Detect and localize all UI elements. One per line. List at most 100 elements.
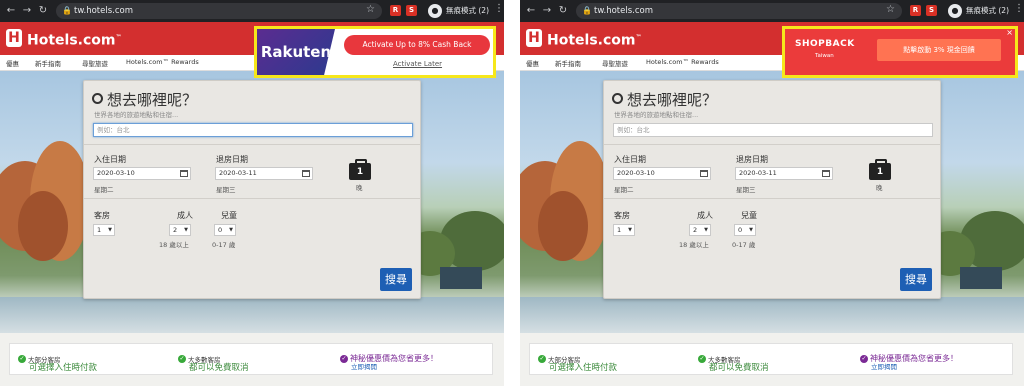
subnav-deals[interactable]: 優惠: [526, 58, 539, 68]
browser-menu-icon[interactable]: ⋮: [1014, 3, 1024, 14]
extension-icon[interactable]: R: [390, 5, 401, 16]
children-select[interactable]: 0 ▼: [734, 224, 756, 236]
checkout-date-field[interactable]: 2020-03-11: [735, 167, 833, 180]
back-arrow-icon[interactable]: ←: [524, 4, 538, 18]
magnifier-icon: [612, 93, 623, 104]
reveal-link[interactable]: 立即揭開: [871, 361, 897, 371]
benefit-free-cancel: ✓ 大多數客房 都可以免費取消: [698, 354, 769, 373]
nights-count: 1: [869, 159, 891, 180]
checkout-weekday: 星期三: [736, 186, 756, 194]
incognito-label: 無痕模式 (2): [446, 6, 490, 15]
checkin-label: 入住日期: [94, 155, 126, 164]
shopback-logo: SHOPBACK: [795, 39, 855, 49]
destination-input[interactable]: 例如：台北: [613, 123, 933, 137]
checkout-weekday: 星期三: [216, 186, 236, 194]
calendar-icon[interactable]: [822, 170, 830, 177]
adults-select[interactable]: 2 ▼: [689, 224, 711, 236]
lock-icon: 🔒: [582, 6, 592, 15]
chevron-down-icon: ▼: [749, 227, 753, 233]
incognito-icon[interactable]: ●: [948, 4, 962, 18]
benefit-free-cancel: ✓ 大多數客房 都可以免費取消: [178, 354, 249, 373]
bookmark-star-icon[interactable]: ☆: [886, 4, 895, 15]
adults-age-hint: 18 歲以上: [679, 241, 709, 249]
forward-arrow-icon[interactable]: →: [20, 4, 34, 18]
rooms-select[interactable]: 1 ▼: [613, 224, 635, 236]
children-label: 兒童: [221, 211, 237, 220]
incognito-icon[interactable]: ●: [428, 4, 442, 18]
activate-cashback-button[interactable]: 點擊啟動 3% 現金回饋: [877, 39, 1001, 61]
checkout-date-field[interactable]: 2020-03-11: [215, 167, 313, 180]
children-age-hint: 0-17 歲: [732, 241, 756, 249]
chevron-down-icon: ▼: [184, 227, 188, 233]
close-icon[interactable]: ×: [1006, 28, 1013, 37]
site-logo[interactable]: Hotels.com™: [547, 28, 641, 51]
search-title: 想去哪裡呢？: [92, 89, 197, 110]
reload-icon[interactable]: ↻: [36, 4, 50, 18]
checkin-date-field[interactable]: 2020-03-10: [93, 167, 191, 180]
benefit-pay-at-hotel: ✓ 大部分客房 可選擇入住時付款: [18, 354, 98, 373]
hotels-logo-icon[interactable]: H: [6, 29, 22, 47]
adults-label: 成人: [697, 211, 713, 220]
calendar-icon[interactable]: [302, 170, 310, 177]
subnav-travel[interactable]: 尋聖旅遊: [602, 58, 628, 68]
shopback-popup: SHOPBACK Taiwan 點擊啟動 3% 現金回饋 ×: [782, 26, 1018, 78]
subnav-guide[interactable]: 新手指南: [555, 58, 581, 68]
rooms-select[interactable]: 1 ▼: [93, 224, 115, 236]
address-bar[interactable]: 🔒 tw.hotels.com: [56, 3, 382, 19]
browser-menu-icon[interactable]: ⋮: [494, 3, 504, 14]
bookmark-star-icon[interactable]: ☆: [366, 4, 375, 15]
search-form: 想去哪裡呢？ 世界各地的旅遊地點和住宿... 例如：台北 入住日期 退房日期 2…: [603, 80, 941, 299]
destination-input[interactable]: 例如：台北: [93, 123, 413, 137]
checkin-weekday: 星期二: [94, 186, 114, 194]
search-button[interactable]: 搜尋: [900, 268, 932, 291]
search-button[interactable]: 搜尋: [380, 268, 412, 291]
chevron-down-icon: ▼: [628, 227, 632, 233]
browser-window: ← → ↻ 🔒 tw.hotels.com ☆ R S ● 無痕模式 (2) ⋮…: [0, 0, 504, 386]
browser-toolbar: ← → ↻ 🔒 tw.hotels.com ☆ R S ● 無痕模式 (2) ⋮: [520, 0, 1024, 22]
extension-icon[interactable]: S: [406, 5, 417, 16]
incognito-label: 無痕模式 (2): [966, 6, 1010, 15]
subnav-travel[interactable]: 尋聖旅遊: [82, 58, 108, 68]
chevron-down-icon: ▼: [704, 227, 708, 233]
check-icon: ✓: [698, 354, 706, 363]
site-logo[interactable]: Hotels.com™: [27, 28, 121, 51]
check-icon: ✓: [178, 354, 186, 363]
reveal-link[interactable]: 立即揭開: [351, 361, 377, 371]
subnav-deals[interactable]: 優惠: [6, 58, 19, 68]
chevron-down-icon: ▼: [108, 227, 112, 233]
check-icon: ✓: [340, 354, 348, 363]
forward-arrow-icon[interactable]: →: [540, 4, 554, 18]
extension-icon[interactable]: R: [910, 5, 921, 16]
search-form: 想去哪裡呢？ 世界各地的旅遊地點和住宿... 例如：台北 入住日期 退房日期 2…: [83, 80, 421, 299]
adults-label: 成人: [177, 211, 193, 220]
hotels-logo-icon[interactable]: H: [526, 29, 542, 47]
subnav-rewards[interactable]: Hotels.com™ Rewards: [646, 58, 719, 66]
check-icon: ✓: [860, 354, 868, 363]
benefit-secret-prices: ✓ 神秘優惠價為您省更多！ 立即揭開: [340, 354, 438, 371]
check-icon: ✓: [18, 354, 26, 363]
benefits-bar: ✓ 大部分客房 可選擇入住時付款 ✓ 大多數客房 都可以免費取消 ✓ 神秘優惠價為您省…: [9, 343, 493, 375]
activate-cashback-button[interactable]: Activate Up to 8% Cash Back: [344, 35, 490, 55]
checkin-label: 入住日期: [614, 155, 646, 164]
address-bar[interactable]: 🔒 tw.hotels.com: [576, 3, 902, 19]
side-by-side-comparison: ← → ↻ 🔒 tw.hotels.com ☆ R S ● 無痕模式 (2) ⋮…: [0, 0, 1024, 386]
activate-later-link[interactable]: Activate Later: [393, 60, 442, 68]
benefit-pay-at-hotel: ✓ 大部分客房 可選擇入住時付款: [538, 354, 618, 373]
calendar-icon[interactable]: [700, 170, 708, 177]
rakuten-popup: Rakuten Activate Up to 8% Cash Back Acti…: [254, 26, 496, 78]
adults-select[interactable]: 2 ▼: [169, 224, 191, 236]
url-text: tw.hotels.com: [594, 6, 654, 16]
url-text: tw.hotels.com: [74, 6, 134, 16]
subnav-rewards[interactable]: Hotels.com™ Rewards: [126, 58, 199, 66]
rooms-label: 客房: [94, 211, 110, 220]
checkin-date-field[interactable]: 2020-03-10: [613, 167, 711, 180]
calendar-icon[interactable]: [180, 170, 188, 177]
reload-icon[interactable]: ↻: [556, 4, 570, 18]
checkout-label: 退房日期: [216, 155, 248, 164]
children-select[interactable]: 0 ▼: [214, 224, 236, 236]
subnav-guide[interactable]: 新手指南: [35, 58, 61, 68]
shopback-region: Taiwan: [815, 53, 834, 59]
extension-icon[interactable]: S: [926, 5, 937, 16]
children-label: 兒童: [741, 211, 757, 220]
back-arrow-icon[interactable]: ←: [4, 4, 18, 18]
